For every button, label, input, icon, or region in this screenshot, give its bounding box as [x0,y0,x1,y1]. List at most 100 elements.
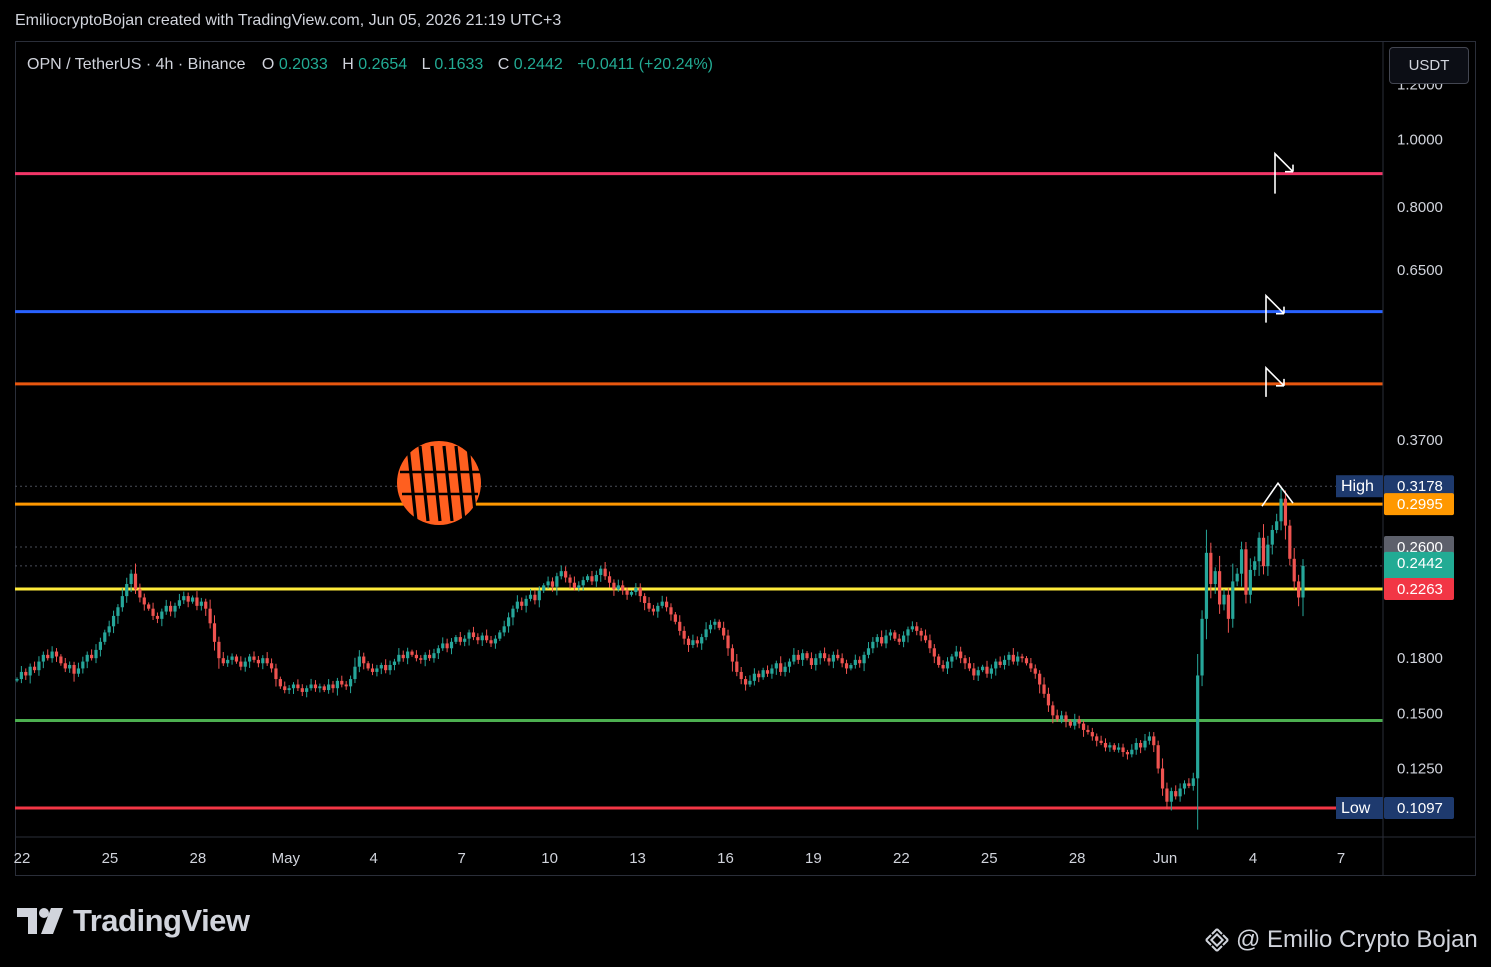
tradingview-logo[interactable]: TradingView [17,903,250,939]
candle-body [1090,732,1094,737]
candle-body [730,648,735,662]
candle-body [392,661,397,665]
candle-body [485,635,489,641]
time-tick-label: 22 [893,850,910,867]
price-chart[interactable]: 1.20001.00000.80000.65000.37000.18000.15… [0,0,1491,900]
candle-body [923,635,928,641]
candle-body [226,659,230,664]
candle-body [1108,745,1112,748]
candle-body [528,594,533,599]
candle-body [1024,658,1029,664]
price-tag-tag: Low [1341,800,1371,817]
candle-body [884,635,888,644]
candle-body [629,592,634,595]
candle-body [792,654,796,662]
time-tick-label: 7 [1337,850,1345,867]
legend-close-value: 0.2442 [514,56,563,73]
candle-body [1301,565,1305,598]
candle-body [1209,552,1213,585]
candle-body [493,638,498,644]
candle-body [441,643,445,649]
candle-body [190,597,195,602]
candle-body [147,604,151,609]
candle-body [967,663,972,669]
candle-body [1218,571,1222,605]
candle-body [1297,581,1301,598]
candle-body [164,605,168,612]
author-name: @ Emilio Crypto Bojan [1236,926,1478,953]
candle-body [893,632,897,639]
candle-body [436,648,440,654]
candle-body [1283,498,1288,526]
candle-body [357,656,361,667]
candle-body [1042,684,1046,694]
time-tick-label: 10 [541,850,558,867]
candle-body [72,664,76,674]
time-tick-label: 13 [629,850,646,867]
candle-body [836,654,840,659]
candle-body [1099,740,1103,743]
candle-body [796,654,800,660]
candle-body [458,637,462,642]
price-tick-label: 0.1800 [1397,650,1443,667]
candle-body [673,614,677,622]
candle-body [230,656,234,660]
candle-body [32,666,37,671]
candle-body [313,684,318,689]
candle-body [463,638,467,642]
candle-body [1165,788,1169,802]
candle-body [103,632,107,642]
candle-body [739,671,743,680]
candle-body [915,626,919,631]
time-tick-label: 4 [1249,850,1257,867]
candle-body [54,651,59,657]
candle-body [85,654,89,662]
currency-button[interactable]: USDT [1389,47,1469,84]
candle-body [726,635,730,649]
candle-body [261,658,265,664]
candle-body [1086,729,1090,733]
candle-body [959,651,963,659]
candle-body [1248,569,1252,595]
candle-body [1095,736,1099,741]
price-tick-label: 0.8000 [1397,199,1443,216]
candle-body [379,664,383,669]
candle-body [1292,558,1296,582]
candle-body [1200,618,1204,676]
time-tick-label: 16 [717,850,734,867]
candle-body [1160,768,1165,789]
candle-body [647,603,651,609]
candle-body [818,653,822,659]
candle-body [897,638,901,642]
candle-body [691,640,695,646]
candle-body [278,679,282,687]
candle-body [515,601,519,609]
candle-body [844,663,849,669]
candle-body [1121,747,1125,753]
legend-high-label: H [342,56,354,73]
time-tick-label: 28 [190,850,207,867]
candle-body [1235,573,1239,582]
candle-body [1117,747,1121,750]
candle-body [471,632,476,638]
price-tick-label: 1.0000 [1397,131,1443,148]
tradingview-logo-icon [17,908,63,934]
legend-low-value: 0.1633 [434,56,483,73]
candle-body [735,661,739,672]
candle-body [1038,673,1042,685]
candle-body [559,571,563,577]
candle-body [243,661,247,667]
price-tick-label: 0.1250 [1397,760,1443,777]
candle-body [15,679,19,681]
candle-body [1060,715,1064,720]
time-tick-label: 19 [805,850,822,867]
price-tick-label: 0.1500 [1397,705,1443,722]
candle-body [963,658,967,664]
candle-body [182,596,186,601]
candle-body [919,630,923,636]
candle-body [155,615,160,619]
candle-body [125,584,129,597]
author-credit: @ Emilio Crypto Bojan [1204,926,1478,954]
candle-body [779,663,783,672]
candle-body [1051,705,1055,716]
